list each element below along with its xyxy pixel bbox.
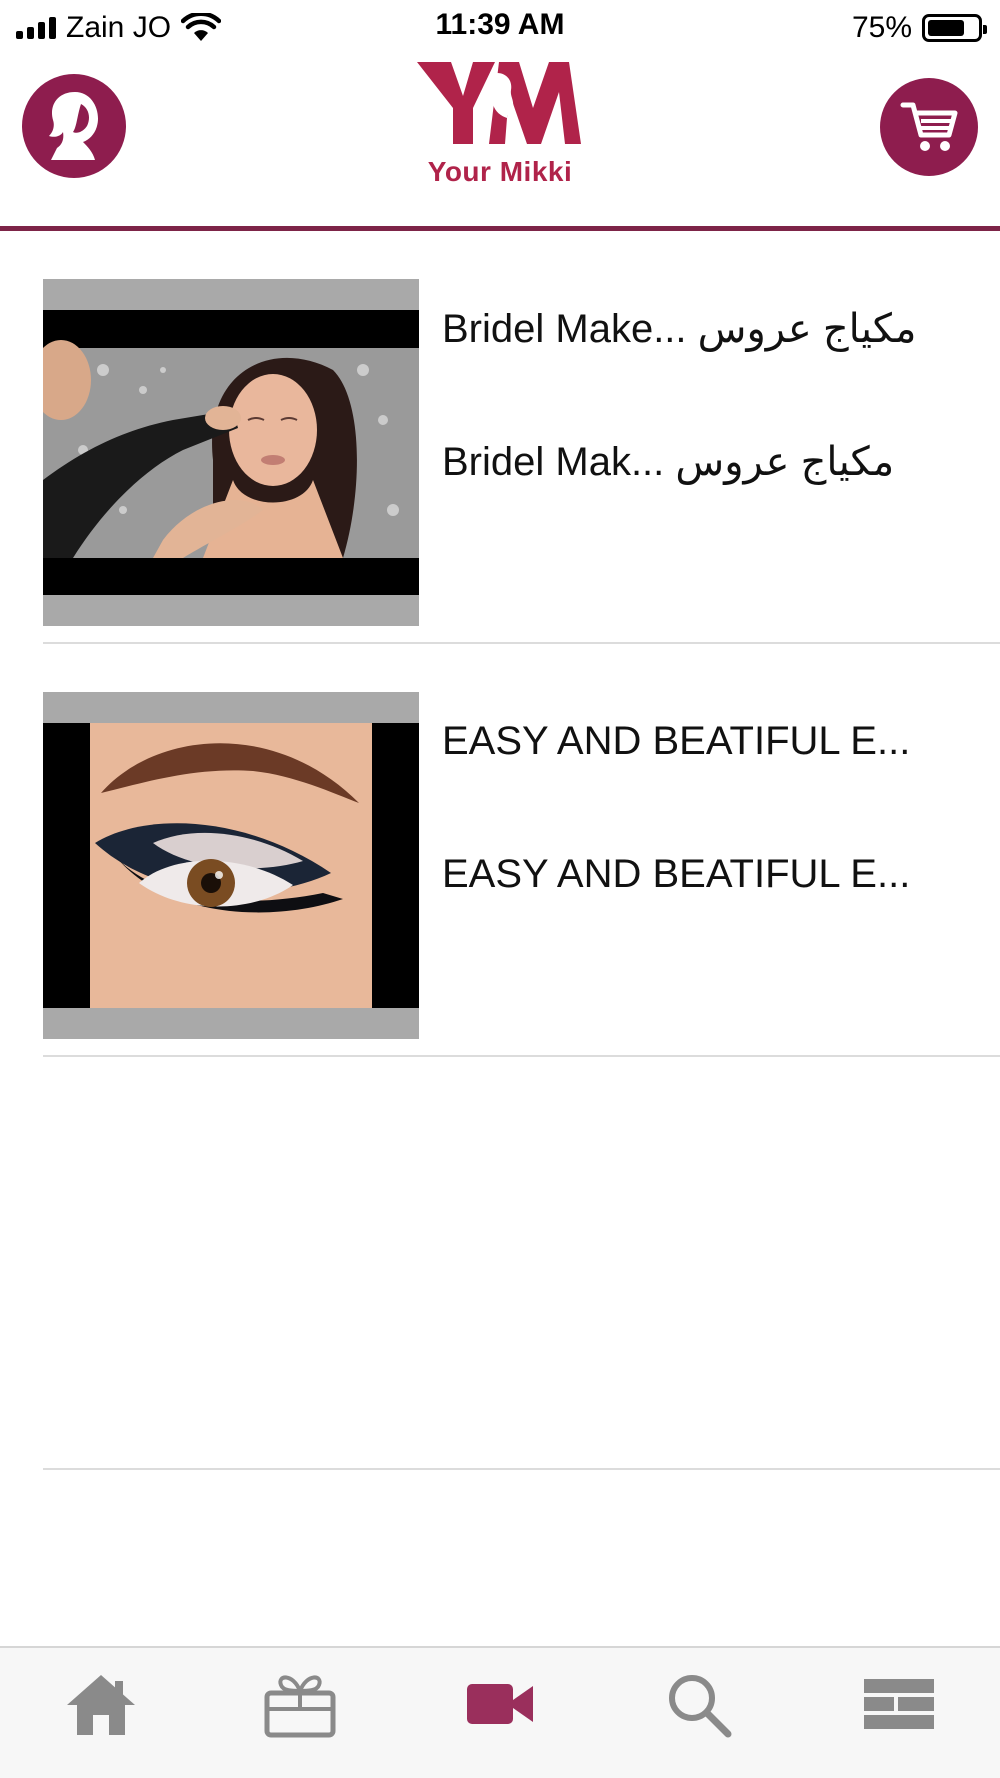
video-camera-icon xyxy=(467,1684,533,1724)
grid-menu-icon xyxy=(864,1679,934,1729)
woman-silhouette-icon xyxy=(49,92,99,160)
tab-bar xyxy=(0,1646,1000,1778)
battery-percent: 75% xyxy=(851,11,912,44)
video-list-item[interactable]: EASY AND BEATIFUL E... EASY AND BEATIFUL… xyxy=(0,644,1000,1057)
battery-icon xyxy=(922,14,987,42)
tab-menu[interactable] xyxy=(844,1664,954,1744)
row-divider xyxy=(43,1468,1000,1470)
tab-search[interactable] xyxy=(643,1664,753,1744)
gift-icon xyxy=(264,1675,336,1738)
video-list-item[interactable]: Bridel Make... مكياج عروس Bridel Mak... … xyxy=(0,231,1000,644)
smokey-eye-thumbnail-image xyxy=(43,723,419,1008)
home-icon xyxy=(67,1675,135,1735)
app-header: Your Mikki xyxy=(0,56,1000,230)
video-subtitle: EASY AND BEATIFUL E... xyxy=(442,852,911,896)
profile-button[interactable] xyxy=(22,74,126,178)
battery-level-fill xyxy=(928,20,964,36)
search-icon xyxy=(669,1675,732,1738)
video-list: Bridel Make... مكياج عروس Bridel Mak... … xyxy=(0,231,1000,1470)
video-title: EASY AND BEATIFUL E... xyxy=(442,719,911,763)
video-thumbnail[interactable] xyxy=(43,692,419,1039)
video-subtitle: Bridel Mak... مكياج عروس xyxy=(442,440,895,484)
status-right: 75% xyxy=(851,10,987,46)
logo-text: Your Mikki xyxy=(427,156,573,187)
tab-home[interactable] xyxy=(46,1664,156,1744)
status-time: 11:39 AM xyxy=(435,8,565,41)
video-thumbnail[interactable] xyxy=(43,279,419,626)
status-bar: Zain JO 11:39 AM 75% xyxy=(0,0,1000,56)
tab-offers[interactable] xyxy=(245,1664,355,1744)
video-title: Bridel Make... مكياج عروس xyxy=(442,307,917,351)
cart-button[interactable] xyxy=(880,78,978,176)
logo-mark xyxy=(417,62,581,144)
bridal-makeup-thumbnail-image xyxy=(43,310,419,595)
logo: Your Mikki xyxy=(400,56,600,206)
cart-icon xyxy=(900,102,958,151)
empty-list-item xyxy=(0,1057,1000,1470)
tab-videos[interactable] xyxy=(445,1664,555,1744)
